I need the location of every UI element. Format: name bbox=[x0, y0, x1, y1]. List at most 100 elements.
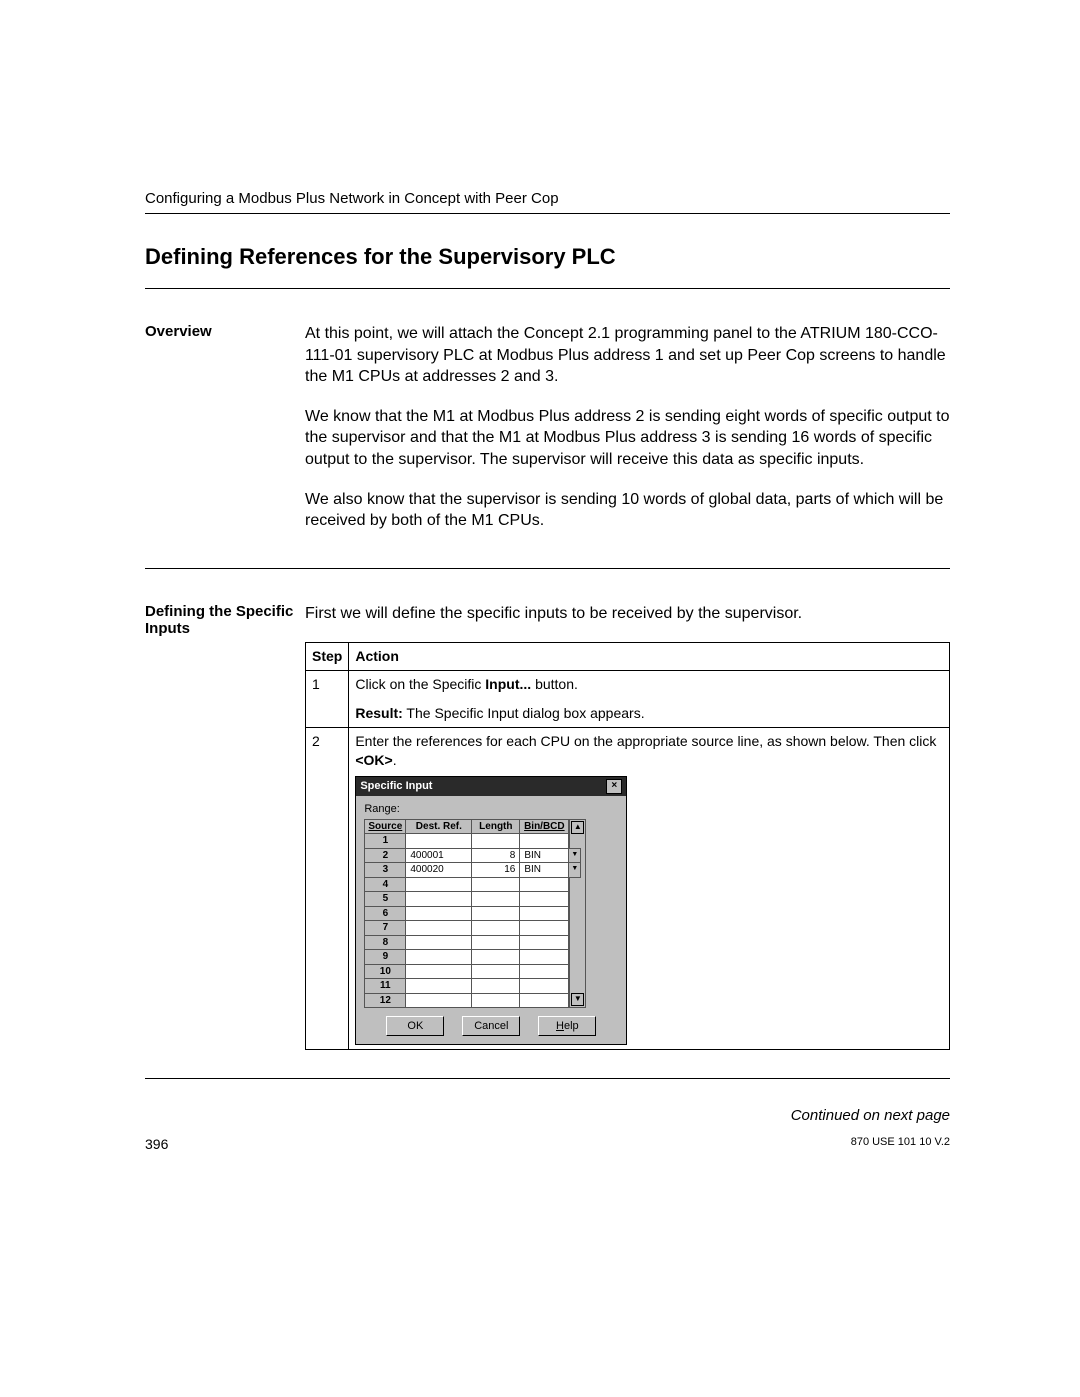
doc-id: 870 USE 101 10 V.2 bbox=[851, 1136, 950, 1152]
cell-length[interactable] bbox=[472, 834, 520, 849]
cell-dest[interactable] bbox=[406, 950, 472, 965]
grid-row: 9 bbox=[365, 950, 569, 965]
cell-length[interactable] bbox=[472, 935, 520, 950]
cell-dest[interactable]: 400020 bbox=[406, 863, 472, 878]
cell-dest[interactable] bbox=[406, 964, 472, 979]
overview-p2: We know that the M1 at Modbus Plus addre… bbox=[305, 406, 950, 471]
range-label: Range: bbox=[364, 802, 618, 817]
cell-length[interactable] bbox=[472, 993, 520, 1008]
document-page: Configuring a Modbus Plus Network in Con… bbox=[0, 0, 1080, 1232]
scroll-down-icon[interactable]: ▼ bbox=[571, 993, 584, 1006]
cell-dest[interactable] bbox=[406, 935, 472, 950]
help-button[interactable]: Help bbox=[538, 1016, 596, 1036]
overview-p3: We also know that the supervisor is send… bbox=[305, 489, 950, 532]
steps-head-step: Step bbox=[306, 643, 349, 671]
step2-num: 2 bbox=[306, 728, 349, 1050]
cell-length[interactable] bbox=[472, 892, 520, 907]
col-length: Length bbox=[472, 819, 520, 834]
cell-bin[interactable] bbox=[520, 950, 569, 965]
cell-source: 12 bbox=[365, 993, 406, 1008]
step-row-2: 2 Enter the references for each CPU on t… bbox=[306, 728, 950, 1050]
page-number: 396 bbox=[145, 1136, 168, 1152]
cell-length[interactable] bbox=[472, 950, 520, 965]
cell-dest[interactable] bbox=[406, 921, 472, 936]
cell-bin[interactable] bbox=[520, 892, 569, 907]
cell-source: 3 bbox=[365, 863, 406, 878]
grid-row: 8 bbox=[365, 935, 569, 950]
cell-length[interactable]: 16 bbox=[472, 863, 520, 878]
cell-dest[interactable]: 400001 bbox=[406, 848, 472, 863]
cell-bin[interactable]: BIN▼ bbox=[520, 848, 569, 863]
cell-dest[interactable] bbox=[406, 892, 472, 907]
cell-bin[interactable] bbox=[520, 935, 569, 950]
specific-inputs-intro: First we will define the specific inputs… bbox=[305, 603, 950, 625]
rule-under-title bbox=[145, 288, 950, 289]
cell-source: 5 bbox=[365, 892, 406, 907]
dropdown-icon[interactable]: ▼ bbox=[568, 862, 581, 878]
cell-bin[interactable] bbox=[520, 921, 569, 936]
cell-bin[interactable] bbox=[520, 906, 569, 921]
cell-bin[interactable]: BIN▼ bbox=[520, 863, 569, 878]
step1-result-label: Result: bbox=[355, 705, 402, 721]
cell-source: 10 bbox=[365, 964, 406, 979]
cell-length[interactable] bbox=[472, 906, 520, 921]
cell-dest[interactable] bbox=[406, 906, 472, 921]
specific-input-dialog: Specific Input × Range: Source bbox=[355, 776, 627, 1045]
cell-source: 6 bbox=[365, 906, 406, 921]
step1-num: 1 bbox=[306, 671, 349, 728]
step-row-1: 1 Click on the Specific Input... button.… bbox=[306, 671, 950, 728]
running-head: Configuring a Modbus Plus Network in Con… bbox=[145, 190, 950, 207]
cell-bin[interactable] bbox=[520, 964, 569, 979]
continued-note: Continued on next page bbox=[145, 1107, 950, 1124]
cell-bin[interactable] bbox=[520, 877, 569, 892]
step1-result-text: The Specific Input dialog box appears. bbox=[403, 705, 645, 721]
grid-row: 11 bbox=[365, 979, 569, 994]
cell-dest[interactable] bbox=[406, 993, 472, 1008]
grid-row: 24000018BIN▼ bbox=[365, 848, 569, 863]
cell-dest[interactable] bbox=[406, 877, 472, 892]
grid-row: 340002016BIN▼ bbox=[365, 863, 569, 878]
rule-mid bbox=[145, 568, 950, 569]
range-grid: Source Dest. Ref. Length Bin/BCD 1240000… bbox=[364, 819, 569, 1009]
cell-source: 1 bbox=[365, 834, 406, 849]
overview-label: Overview bbox=[145, 323, 305, 550]
cell-length[interactable] bbox=[472, 921, 520, 936]
cancel-button[interactable]: Cancel bbox=[462, 1016, 520, 1036]
cell-bin[interactable] bbox=[520, 993, 569, 1008]
grid-row: 6 bbox=[365, 906, 569, 921]
cell-length[interactable]: 8 bbox=[472, 848, 520, 863]
section-title: Defining References for the Supervisory … bbox=[145, 244, 950, 270]
overview-p1: At this point, we will attach the Concep… bbox=[305, 323, 950, 388]
cell-source: 9 bbox=[365, 950, 406, 965]
cell-bin[interactable] bbox=[520, 979, 569, 994]
steps-head-action: Action bbox=[349, 643, 950, 671]
cell-dest[interactable] bbox=[406, 979, 472, 994]
specific-inputs-label: Defining the Specific Inputs bbox=[145, 603, 305, 1050]
cell-bin[interactable] bbox=[520, 834, 569, 849]
specific-inputs-block: Defining the Specific Inputs First we wi… bbox=[145, 603, 950, 1050]
grid-row: 4 bbox=[365, 877, 569, 892]
cell-source: 8 bbox=[365, 935, 406, 950]
grid-row: 12 bbox=[365, 993, 569, 1008]
cell-length[interactable] bbox=[472, 964, 520, 979]
specific-inputs-body: First we will define the specific inputs… bbox=[305, 603, 950, 1050]
scroll-up-icon[interactable]: ▲ bbox=[571, 821, 584, 834]
grid-row: 7 bbox=[365, 921, 569, 936]
cell-dest[interactable] bbox=[406, 834, 472, 849]
col-source: Source bbox=[365, 819, 406, 834]
cell-length[interactable] bbox=[472, 877, 520, 892]
overview-body: At this point, we will attach the Concep… bbox=[305, 323, 950, 550]
ok-button[interactable]: OK bbox=[386, 1016, 444, 1036]
close-icon[interactable]: × bbox=[606, 779, 622, 794]
steps-table: Step Action 1 Click on the Specific Inpu… bbox=[305, 642, 950, 1050]
dialog-titlebar: Specific Input × bbox=[356, 777, 626, 796]
cell-source: 11 bbox=[365, 979, 406, 994]
grid-row: 1 bbox=[365, 834, 569, 849]
step2-action: Enter the references for each CPU on the… bbox=[349, 728, 950, 1050]
grid-row: 10 bbox=[365, 964, 569, 979]
cell-length[interactable] bbox=[472, 979, 520, 994]
col-bin: Bin/BCD bbox=[520, 819, 569, 834]
rule-top bbox=[145, 213, 950, 214]
rule-bottom bbox=[145, 1078, 950, 1079]
grid-row: 5 bbox=[365, 892, 569, 907]
